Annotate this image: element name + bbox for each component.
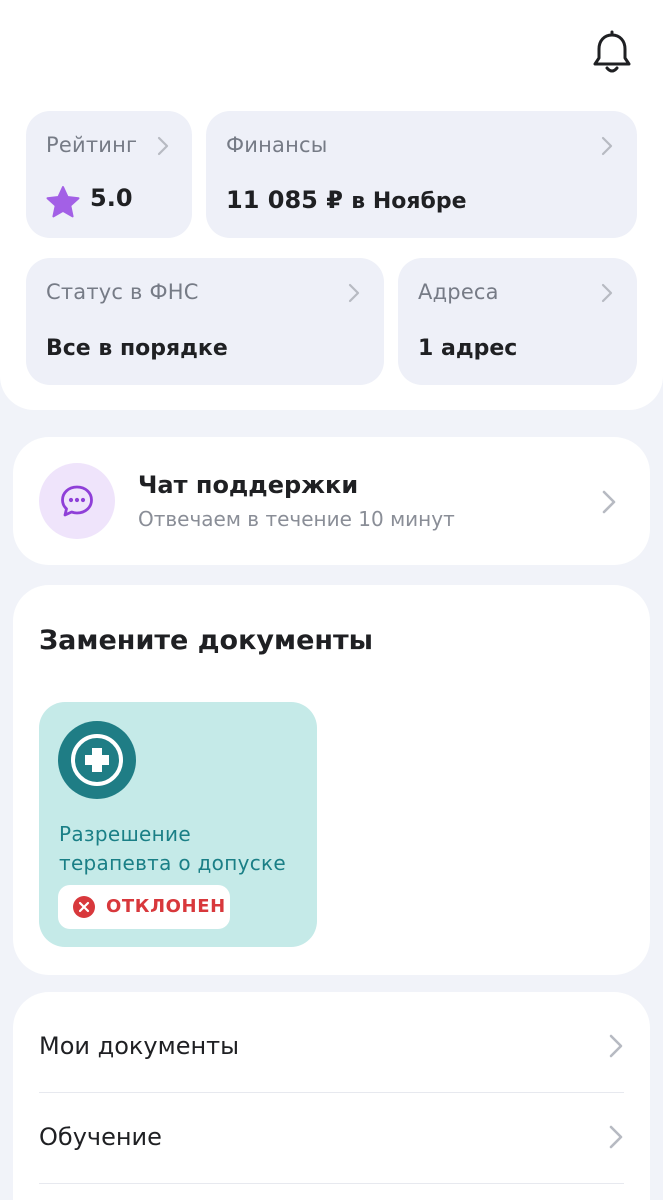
- addresses-label: Адреса: [418, 280, 499, 304]
- document-tile[interactable]: Разрешение терапевта о допуске ОТКЛОНЕН: [39, 702, 317, 947]
- support-chat-card[interactable]: Чат поддержки Отвечаем в течение 10 мину…: [13, 437, 650, 565]
- chevron-right-icon: [602, 490, 616, 514]
- fns-status-tile[interactable]: Статус в ФНС Все в порядке: [26, 258, 384, 385]
- top-panel: Рейтинг 5.0 Финансы 11 085 ₽ в Ноябре Ст…: [0, 0, 663, 410]
- star-icon: [46, 186, 80, 218]
- menu-card: Мои документы Обучение: [13, 992, 650, 1200]
- finance-tile[interactable]: Финансы 11 085 ₽ в Ноябре: [206, 111, 637, 238]
- chevron-right-icon: [609, 1125, 623, 1149]
- replace-documents-title: Замените документы: [39, 625, 374, 656]
- rating-tile[interactable]: Рейтинг 5.0: [26, 111, 192, 238]
- chevron-right-icon: [609, 1034, 623, 1058]
- menu-item-learning[interactable]: Обучение: [39, 1093, 624, 1183]
- chat-bubble-icon: [61, 485, 93, 517]
- finance-amount: 11 085 ₽: [226, 186, 343, 214]
- divider: [39, 1183, 624, 1184]
- menu-item-my-documents[interactable]: Мои документы: [39, 1002, 624, 1092]
- fns-status-label: Статус в ФНС: [46, 280, 199, 304]
- fns-status-value: Все в порядке: [46, 336, 228, 361]
- chevron-right-icon: [601, 283, 613, 303]
- replace-documents-card: Замените документы Разрешение терапевта …: [13, 585, 650, 975]
- support-title: Чат поддержки: [138, 471, 359, 499]
- error-icon: [73, 896, 95, 918]
- status-badge: ОТКЛОНЕН: [58, 885, 230, 929]
- rating-value: 5.0: [90, 184, 133, 212]
- chevron-right-icon: [348, 283, 360, 303]
- menu-item-label: Обучение: [39, 1123, 162, 1151]
- finance-value: 11 085 ₽ в Ноябре: [226, 186, 467, 214]
- menu-item-label: Мои документы: [39, 1032, 240, 1060]
- rating-label: Рейтинг: [46, 133, 138, 157]
- status-text: ОТКЛОНЕН: [106, 896, 226, 917]
- chevron-right-icon: [601, 136, 613, 156]
- addresses-value: 1 адрес: [418, 336, 518, 361]
- bell-icon[interactable]: [590, 30, 634, 76]
- support-subtitle: Отвечаем в течение 10 минут: [138, 507, 455, 531]
- chevron-right-icon: [157, 136, 169, 156]
- document-name: Разрешение терапевта о допуске: [59, 822, 286, 875]
- finance-label: Финансы: [226, 133, 328, 157]
- support-icon-badge: [39, 463, 115, 539]
- addresses-tile[interactable]: Адреса 1 адрес: [398, 258, 637, 385]
- finance-period: в Ноябре: [351, 189, 467, 214]
- medical-cross-icon: [58, 721, 136, 799]
